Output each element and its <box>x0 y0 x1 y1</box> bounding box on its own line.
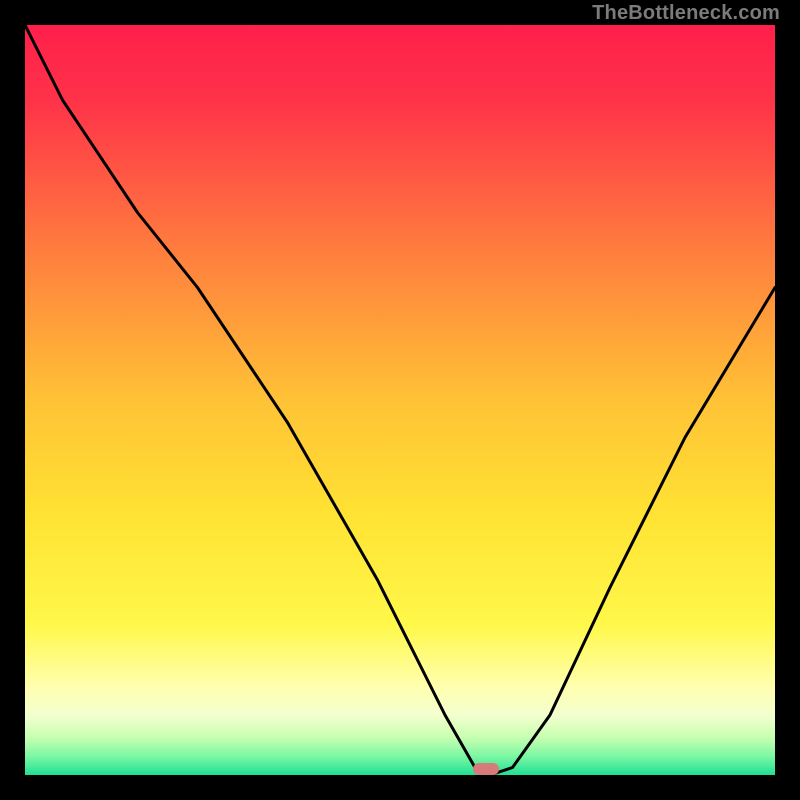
bottleneck-curve <box>25 25 775 775</box>
chart-frame: TheBottleneck.com <box>0 0 800 800</box>
optimal-marker <box>473 763 499 775</box>
curve-layer <box>25 25 775 775</box>
plot-area <box>25 25 775 775</box>
attribution-label: TheBottleneck.com <box>592 2 780 25</box>
